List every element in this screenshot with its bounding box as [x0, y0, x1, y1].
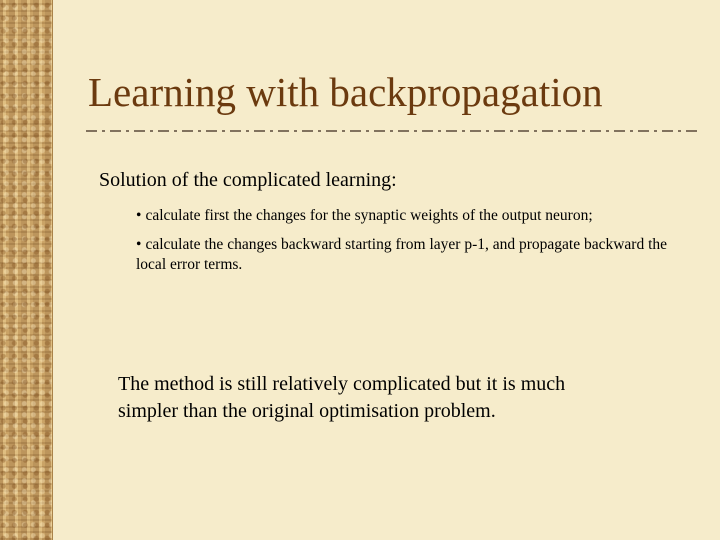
bullet-item: • calculate first the changes for the syn…	[136, 206, 676, 226]
slide-title: Learning with backpropagation	[88, 69, 603, 115]
decorative-wood-band	[0, 0, 53, 540]
bullet-text: calculate first the changes for the syna…	[145, 207, 593, 224]
slide: Learning with backpropagation Solution o…	[0, 0, 720, 540]
dash-dot-divider	[86, 130, 698, 132]
bullet-list: • calculate first the changes for the syn…	[136, 206, 676, 284]
summary-note: The method is still relatively complicat…	[118, 373, 566, 422]
bullet-item: • calculate the changes backward starting…	[136, 235, 676, 275]
bullet-text: calculate the changes backward starting …	[136, 236, 668, 273]
bullet-marker: •	[136, 207, 142, 224]
slide-subtitle: Solution of the complicated learning:	[99, 169, 397, 191]
bullet-marker: •	[136, 236, 142, 253]
